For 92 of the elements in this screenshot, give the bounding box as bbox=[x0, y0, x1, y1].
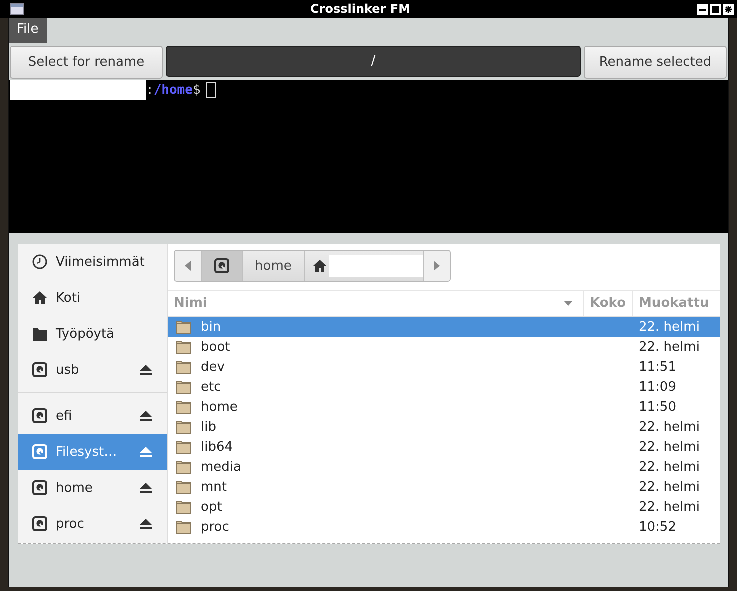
path-button[interactable] bbox=[202, 251, 243, 281]
prompt-separator: : bbox=[146, 82, 154, 98]
folder-icon bbox=[176, 480, 192, 494]
folder-icon bbox=[176, 420, 192, 434]
path-button[interactable]: home bbox=[243, 251, 305, 281]
file-row[interactable]: proc 10:52 bbox=[168, 517, 720, 537]
column-label: Muokattu bbox=[639, 296, 710, 311]
folder-icon bbox=[176, 400, 192, 414]
modified-date: 11:09 bbox=[639, 380, 676, 394]
file-name: mnt bbox=[201, 480, 227, 494]
drive-icon bbox=[32, 480, 48, 496]
sidebar-label: Koti bbox=[56, 290, 82, 306]
file-row[interactable]: media 22. helmi bbox=[168, 457, 720, 477]
sidebar-label: efi bbox=[56, 408, 74, 424]
file-name: lib bbox=[201, 420, 216, 434]
modified-date: 22. helmi bbox=[639, 420, 700, 434]
modified-date: 22. helmi bbox=[639, 340, 700, 354]
scroll-right-button[interactable] bbox=[424, 251, 450, 281]
modified-date: 22. helmi bbox=[639, 320, 700, 334]
minimize-button[interactable] bbox=[697, 4, 708, 14]
column-label: Nimi bbox=[174, 296, 208, 311]
modified-date: 22. helmi bbox=[639, 480, 700, 494]
window-title: Crosslinker FM bbox=[309, 2, 412, 16]
close-button[interactable] bbox=[723, 4, 734, 14]
file-row[interactable]: mnt 22. helmi bbox=[168, 477, 720, 497]
sidebar-label: Viimeisimmät bbox=[56, 254, 146, 270]
sidebar-label: usb bbox=[56, 362, 80, 378]
sidebar-label: Työpöytä bbox=[56, 326, 116, 342]
window-icon bbox=[10, 3, 24, 15]
home-icon bbox=[312, 259, 327, 273]
file-row[interactable]: lib64 22. helmi bbox=[168, 437, 720, 457]
maximize-button[interactable] bbox=[710, 4, 721, 14]
folder-icon bbox=[176, 440, 192, 454]
sidebar-item[interactable]: Koti bbox=[18, 280, 167, 316]
file-name: proc bbox=[201, 520, 230, 534]
file-row[interactable]: home 11:50 bbox=[168, 397, 720, 417]
home-icon bbox=[32, 290, 48, 306]
menu-item[interactable]: File bbox=[9, 18, 47, 43]
modified-date: 22. helmi bbox=[639, 500, 700, 514]
column-label: Koko bbox=[590, 296, 626, 311]
modified-date: 10:52 bbox=[639, 520, 676, 534]
sidebar-label: proc bbox=[56, 516, 86, 532]
prompt-symbol: $ bbox=[192, 82, 201, 98]
sidebar-item[interactable]: proc bbox=[18, 506, 167, 542]
folder-icon bbox=[176, 360, 192, 374]
sidebar-item[interactable]: home bbox=[18, 470, 167, 506]
sidebar-item[interactable]: usb bbox=[18, 352, 167, 388]
folder-icon bbox=[176, 340, 192, 354]
sidebar-item[interactable]: efi bbox=[18, 398, 167, 434]
drive-icon bbox=[32, 408, 48, 424]
clock-icon bbox=[32, 254, 48, 270]
drive-icon bbox=[32, 444, 48, 460]
folder-icon bbox=[176, 520, 192, 534]
file-name: lib64 bbox=[201, 440, 234, 454]
file-row[interactable]: etc 11:09 bbox=[168, 377, 720, 397]
file-name: boot bbox=[201, 340, 230, 354]
folder-icon bbox=[176, 460, 192, 474]
file-name: dev bbox=[201, 360, 225, 374]
sidebar-item[interactable]: Viimeisimmät bbox=[18, 244, 167, 280]
path-display: / bbox=[166, 46, 581, 77]
modified-date: 11:50 bbox=[639, 400, 676, 414]
modified-date: 22. helmi bbox=[639, 460, 700, 474]
folder-icon bbox=[176, 380, 192, 394]
scroll-left-button[interactable] bbox=[175, 251, 202, 281]
folder-icon bbox=[176, 500, 192, 514]
file-name: home bbox=[201, 400, 238, 414]
folder-icon bbox=[176, 320, 192, 334]
file-row[interactable]: boot 22. helmi bbox=[168, 337, 720, 357]
drive-icon bbox=[32, 516, 48, 532]
folder-icon bbox=[32, 326, 48, 342]
file-name: opt bbox=[201, 500, 222, 514]
select-for-rename-button[interactable]: Select for rename bbox=[10, 46, 163, 79]
right-arrow-icon bbox=[434, 261, 440, 271]
prompt-directory: /home bbox=[154, 82, 193, 98]
file-name: media bbox=[201, 460, 242, 474]
file-row[interactable]: dev 11:51 bbox=[168, 357, 720, 377]
sidebar-label: home bbox=[56, 480, 94, 496]
file-row[interactable]: opt 22. helmi bbox=[168, 497, 720, 517]
drive-icon bbox=[32, 362, 48, 378]
terminal[interactable]: :/home$ bbox=[9, 80, 728, 233]
sidebar-item[interactable]: Työpöytä bbox=[18, 316, 167, 352]
left-arrow-icon bbox=[185, 261, 191, 271]
file-row[interactable]: lib 22. helmi bbox=[168, 417, 720, 437]
modified-date: 11:51 bbox=[639, 360, 676, 374]
rename-selected-button[interactable]: Rename selected bbox=[584, 46, 727, 79]
file-name: etc bbox=[201, 380, 222, 394]
sidebar-label: Filesyst… bbox=[56, 444, 118, 460]
file-name: bin bbox=[201, 320, 222, 334]
terminal-cursor bbox=[206, 82, 216, 98]
path-button[interactable] bbox=[304, 251, 424, 281]
modified-date: 22. helmi bbox=[639, 440, 700, 454]
drive-icon bbox=[214, 258, 230, 274]
